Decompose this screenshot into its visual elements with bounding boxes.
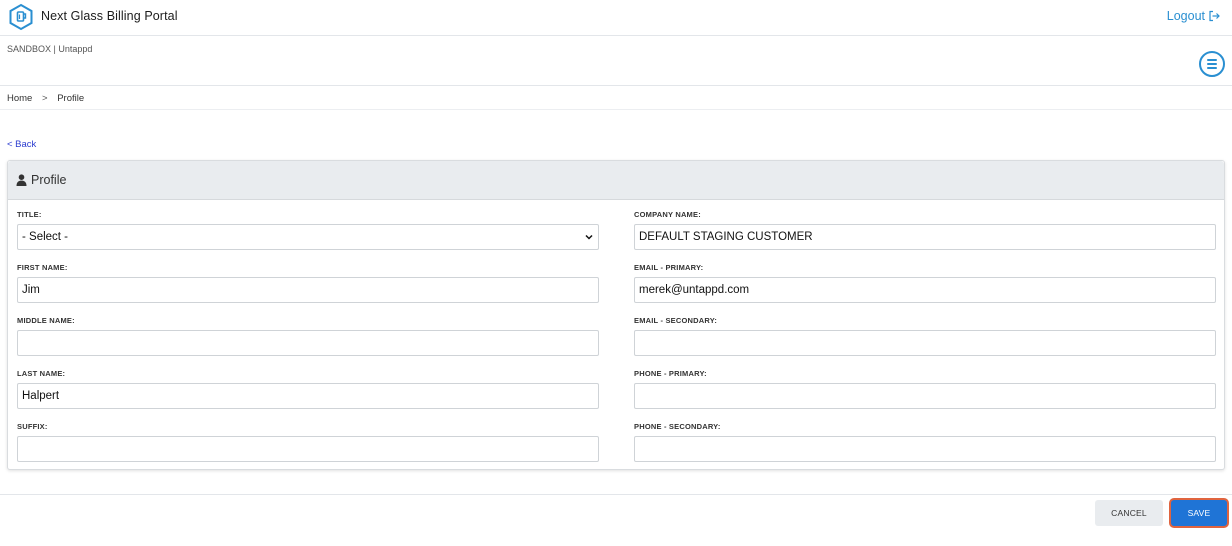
title-select-value: - Select - xyxy=(22,231,69,243)
next-glass-logo-icon xyxy=(9,3,33,31)
company-name-input[interactable]: DEFAULT STAGING CUSTOMER xyxy=(634,224,1216,250)
email-primary-field-group: EMAIL - PRIMARY: merek@untappd.com xyxy=(634,263,1216,303)
email-secondary-label: EMAIL - SECONDARY: xyxy=(634,316,718,325)
environment-label: SANDBOX | Untappd xyxy=(7,44,93,54)
logout-label: Logout xyxy=(1166,9,1205,23)
menu-icon-line xyxy=(1207,63,1217,65)
menu-button[interactable] xyxy=(1199,51,1225,77)
cancel-button[interactable]: CANCEL xyxy=(1095,500,1163,526)
phone-secondary-input[interactable] xyxy=(634,436,1216,462)
middle-name-input[interactable] xyxy=(17,330,599,356)
suffix-label: SUFFIX: xyxy=(17,422,48,431)
first-name-field-group: FIRST NAME: Jim xyxy=(17,263,599,303)
back-link[interactable]: < Back xyxy=(7,139,36,150)
menu-icon-line xyxy=(1207,59,1217,61)
first-name-label: FIRST NAME: xyxy=(17,263,68,272)
profile-card: Profile TITLE: - Select - FIRST NAME: Ji… xyxy=(7,160,1225,470)
divider xyxy=(0,109,1232,110)
save-button[interactable]: SAVE xyxy=(1171,500,1227,526)
last-name-label: LAST NAME: xyxy=(17,369,66,378)
first-name-input[interactable]: Jim xyxy=(17,277,599,303)
middle-name-label: MIDDLE NAME: xyxy=(17,316,75,325)
phone-primary-input[interactable] xyxy=(634,383,1216,409)
menu-icon-line xyxy=(1207,67,1217,69)
company-name-label: COMPANY NAME: xyxy=(634,210,701,219)
profile-card-title: Profile xyxy=(31,173,67,187)
breadcrumb-current: Profile xyxy=(57,93,85,104)
breadcrumb-separator: > xyxy=(41,93,48,104)
middle-name-field-group: MIDDLE NAME: xyxy=(17,316,599,356)
last-name-field-group: LAST NAME: Halpert xyxy=(17,369,599,409)
breadcrumb-home[interactable]: Home xyxy=(7,93,32,104)
top-bar: Next Glass Billing Portal Logout xyxy=(0,0,1232,36)
logout-button[interactable]: Logout xyxy=(1167,9,1220,23)
email-primary-label: EMAIL - PRIMARY: xyxy=(634,263,704,272)
chevron-down-icon xyxy=(585,234,593,240)
last-name-input[interactable]: Halpert xyxy=(17,383,599,409)
email-secondary-field-group: EMAIL - SECONDARY: xyxy=(634,316,1216,356)
title-select[interactable]: - Select - xyxy=(17,224,599,250)
phone-primary-label: PHONE - PRIMARY: xyxy=(634,369,707,378)
logout-icon xyxy=(1209,10,1220,22)
title-field-group: TITLE: - Select - xyxy=(17,210,599,250)
profile-card-header: Profile xyxy=(8,161,1224,200)
email-secondary-input[interactable] xyxy=(634,330,1216,356)
company-name-field-group: COMPANY NAME: DEFAULT STAGING CUSTOMER xyxy=(634,210,1216,250)
app-title: Next Glass Billing Portal xyxy=(41,9,178,23)
title-label: TITLE: xyxy=(17,210,42,219)
email-primary-input[interactable]: merek@untappd.com xyxy=(634,277,1216,303)
phone-secondary-field-group: PHONE - SECONDARY: xyxy=(634,422,1216,462)
breadcrumb: Home > Profile xyxy=(7,93,84,104)
footer-divider xyxy=(0,494,1232,495)
user-icon xyxy=(16,174,27,186)
suffix-field-group: SUFFIX: xyxy=(17,422,599,462)
suffix-input[interactable] xyxy=(17,436,599,462)
phone-secondary-label: PHONE - SECONDARY: xyxy=(634,422,721,431)
phone-primary-field-group: PHONE - PRIMARY: xyxy=(634,369,1216,409)
environment-bar: SANDBOX | Untappd xyxy=(0,36,1232,86)
